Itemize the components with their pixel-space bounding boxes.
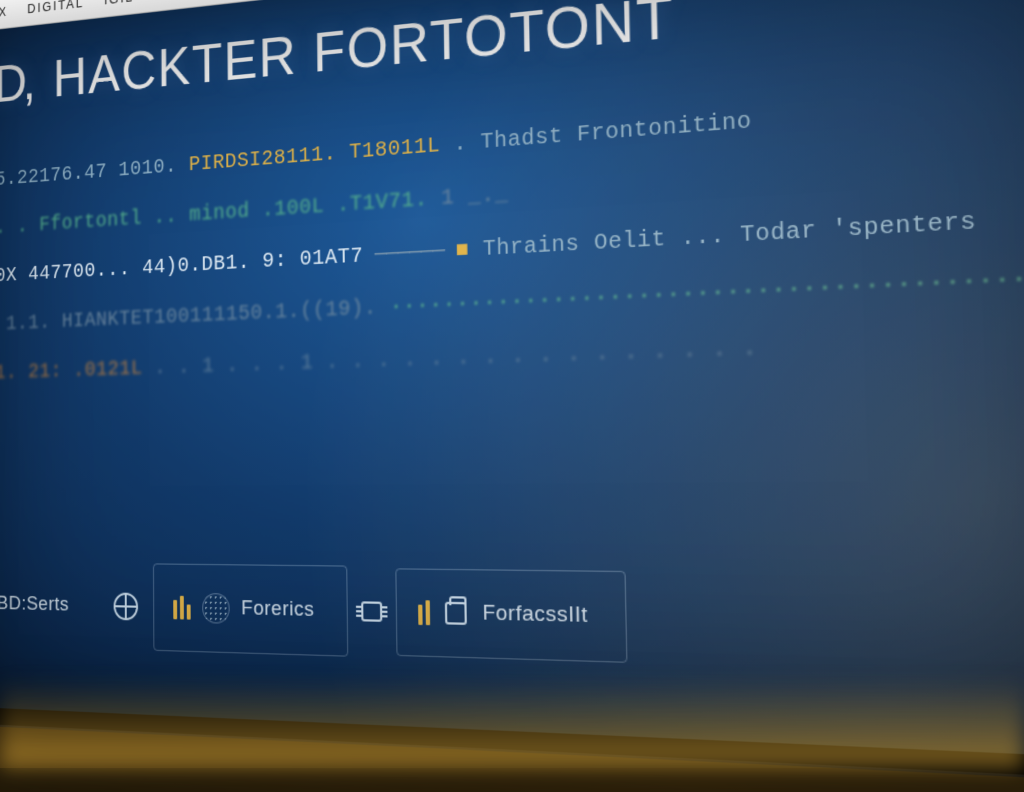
- toolbar-item-forensics[interactable]: Forerics: [153, 563, 349, 656]
- page-title-post: FORTOTONT: [313, 0, 675, 85]
- terminal-token: ──────: [363, 239, 456, 269]
- page-title-mid: HACKTER: [53, 25, 298, 109]
- titlebar-item: IGIL: [104, 0, 134, 8]
- titlebar-item: DIGITAL: [27, 0, 84, 16]
- toolbar-label: ForfacssIIt: [482, 601, 588, 629]
- terminal-output: 1035.22176.47 1010. PIRDSI28111. T18011L…: [0, 64, 1024, 399]
- laptop-frame: INLUX DIGITAL IGIL ✕ SD, HACKTER FORTOTO…: [0, 0, 1024, 786]
- terminal-token: . . 1 . . . 1 . . . . . . . . . . . . . …: [154, 335, 757, 380]
- terminal-token: 1035.22176.47 1010.: [0, 154, 177, 194]
- content-area: SD, HACKTER FORTOTONT 1035.22176.47 1010…: [0, 0, 1024, 761]
- bars-icon: [418, 600, 430, 625]
- terminal-token: 110 1.1. HIANKTET100111150.1.((19).: [0, 295, 390, 338]
- terminal-token: . Thadst Frontonitino: [454, 109, 752, 158]
- wheel-icon[interactable]: [113, 592, 138, 620]
- grid-icon: [202, 593, 230, 624]
- screen: INLUX DIGITAL IGIL ✕ SD, HACKTER FORTOTO…: [0, 0, 1024, 761]
- terminal-token: 1710X 447700... 44)0.DB1. 9: 01AT7: [0, 244, 363, 290]
- toolbar-item-forfacss[interactable]: ForfacssIIt: [396, 568, 627, 663]
- terminal-token: ■: [456, 237, 483, 264]
- package-icon: [443, 599, 469, 627]
- titlebar-item: INLUX: [0, 4, 8, 24]
- bars-icon: [173, 596, 190, 620]
- terminal-token: 1 _._: [428, 182, 509, 213]
- terminal-token: PIRDSI28111. T18011L: [177, 132, 454, 178]
- bottom-toolbar: IBD:Serts Forerics ForfacssIIt: [0, 561, 1024, 681]
- toolbar-item-serts[interactable]: IBD:Serts: [0, 564, 99, 646]
- terminal-token: 0111. 21: .0121L: [0, 356, 154, 386]
- chip-icon[interactable]: [356, 598, 388, 625]
- toolbar-label: Forerics: [241, 597, 314, 623]
- toolbar-label: IBD:Serts: [0, 592, 69, 616]
